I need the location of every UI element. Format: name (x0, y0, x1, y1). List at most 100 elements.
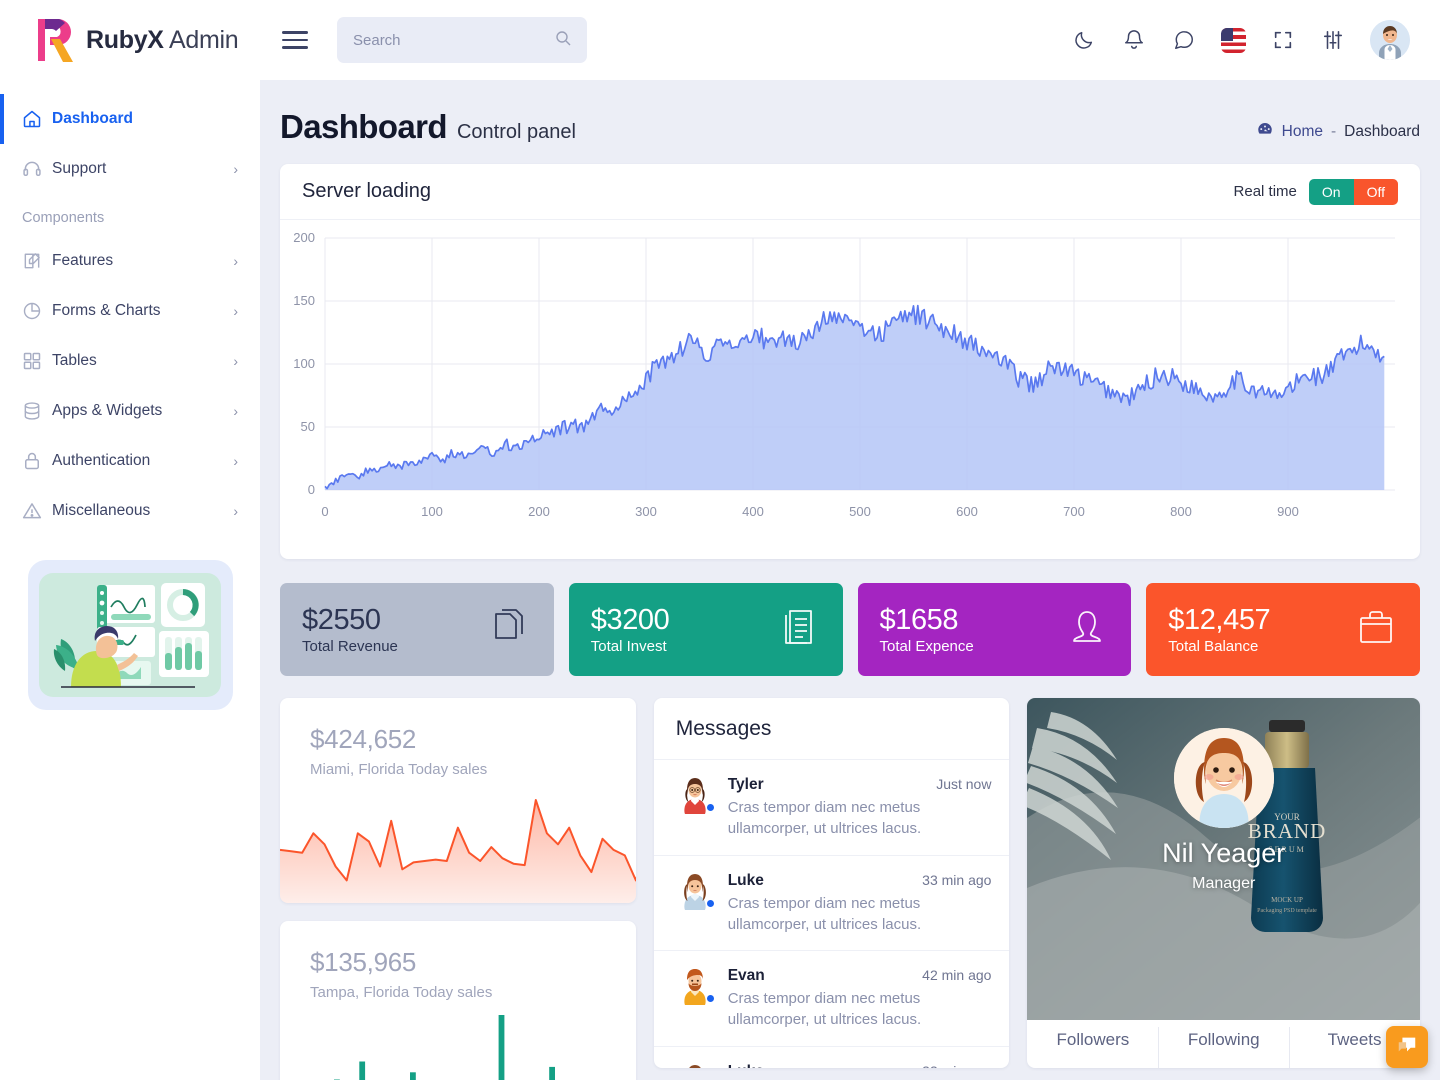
message-content: Tyler Just now Cras tempor diam nec metu… (728, 776, 992, 840)
search-box[interactable] (337, 17, 587, 63)
sidebar-item-apps-widgets[interactable]: Apps & Widgets › (0, 386, 260, 436)
search-input[interactable] (353, 32, 555, 49)
realtime-toggle-group[interactable]: On Off (1309, 179, 1398, 205)
copy-documents-icon (488, 605, 532, 654)
breadcrumb: Home - Dashboard (1256, 120, 1420, 143)
sidebar-illustration (28, 560, 233, 710)
stat-label: Total Invest (591, 638, 670, 655)
server-loading-chart-svg: 0501001502000100200300400500600700800900 (280, 220, 1420, 540)
woman-brown-hair-avatar (676, 1063, 714, 1068)
realtime-off-button[interactable]: Off (1354, 179, 1398, 205)
page-header: Dashboard Control panel Home - Dashboard (260, 80, 1440, 164)
message-text: Cras tempor diam nec metus ullamcorper, … (728, 893, 992, 936)
briefcase-icon (1354, 605, 1398, 654)
chevron-right-icon: › (233, 404, 238, 418)
sidebar-item-support[interactable]: Support › (0, 144, 260, 194)
sidebar: Dashboard Support › Components Features … (0, 80, 260, 1080)
server-loading-card: Server loading Real time On Off 05010015… (280, 164, 1420, 559)
sales-label: Miami, Florida Today sales (280, 755, 636, 778)
message-list-item[interactable]: Evan 42 min ago Cras tempor diam nec met… (654, 951, 1010, 1047)
sidebar-item-features[interactable]: Features › (0, 236, 260, 286)
sidebar-item-label: Forms & Charts (52, 302, 233, 320)
svg-text:500: 500 (849, 504, 871, 519)
svg-text:Packaging PSD template: Packaging PSD template (1258, 908, 1318, 914)
sidebar-item-label: Tables (52, 352, 233, 370)
message-top-line: Luke 33 min ago (728, 872, 992, 890)
brand-title: RubyX Admin (86, 26, 238, 55)
svg-text:400: 400 (742, 504, 764, 519)
sidebar-item-label: Features (52, 252, 233, 270)
profile-stat-followers[interactable]: Followers (1027, 1020, 1158, 1068)
brand-logo-area[interactable]: RubyX Admin (0, 17, 260, 63)
edit-square-icon (22, 251, 52, 271)
sales-value: $135,965 (280, 921, 636, 978)
dashboard-speedometer-icon (1256, 120, 1274, 143)
brand-light: Admin (169, 26, 238, 54)
breadcrumb-current: Dashboard (1344, 123, 1420, 141)
sidebar-item-miscellaneous[interactable]: Miscellaneous › (0, 486, 260, 536)
online-status-dot (706, 899, 715, 908)
menu-toggle-icon[interactable] (282, 31, 308, 49)
breadcrumb-separator: - (1331, 123, 1336, 141)
stat-card-total-revenue[interactable]: $2550 Total Revenue (280, 583, 554, 676)
message-top-line: Tyler Just now (728, 776, 992, 794)
svg-text:200: 200 (293, 230, 315, 245)
sidebar-item-label: Miscellaneous (52, 502, 233, 520)
profile-name: Nil Yeager (1027, 838, 1420, 869)
settings-sliders-icon[interactable] (1320, 27, 1346, 53)
message-time: Just now (936, 776, 991, 792)
messages-title: Messages (676, 717, 772, 741)
stat-card-total-balance[interactable]: $12,457 Total Balance (1146, 583, 1420, 676)
main-content: Dashboard Control panel Home - Dashboard… (260, 80, 1440, 1080)
message-sender: Luke (728, 872, 764, 890)
miami-sparkline-svg (280, 778, 636, 903)
dark-mode-icon[interactable] (1071, 27, 1097, 53)
message-time: 33 min ago (922, 1063, 991, 1068)
profile-stat-label: Tweets (1328, 1030, 1382, 1049)
sidebar-section-heading: Components (0, 194, 260, 236)
messages-card: Messages (654, 698, 1010, 1068)
stat-card-total-invest[interactable]: $3200 Total Invest (569, 583, 843, 676)
chevron-right-icon: › (233, 504, 238, 518)
woman-brown-hair-avatar (676, 872, 714, 910)
messages-icon[interactable] (1171, 27, 1197, 53)
stat-card-total-expence[interactable]: $1658 Total Expence (858, 583, 1132, 676)
search-icon[interactable] (555, 30, 571, 51)
stat-value: $3200 (591, 604, 670, 636)
svg-text:900: 900 (1277, 504, 1299, 519)
chat-support-fab[interactable] (1386, 1026, 1428, 1068)
breadcrumb-home-link[interactable]: Home (1282, 123, 1323, 141)
notifications-icon[interactable] (1121, 27, 1147, 53)
brand-bold: RubyX (86, 26, 164, 54)
chevron-right-icon: › (233, 162, 238, 176)
svg-text:100: 100 (293, 356, 315, 371)
grid-icon (22, 351, 52, 371)
svg-text:150: 150 (293, 293, 315, 308)
tampa-barchart-svg (280, 1001, 636, 1080)
sidebar-item-authentication[interactable]: Authentication › (0, 436, 260, 486)
stat-cards-row: $2550 Total Revenue $3200 Total Invest (280, 583, 1420, 676)
user-avatar[interactable] (1370, 20, 1410, 60)
stat-label: Total Balance (1168, 638, 1270, 655)
message-time: 42 min ago (922, 967, 991, 983)
sales-column: $424,652 Miami, Florida Today sales $135… (280, 698, 636, 1080)
message-content: Luke 33 min ago Cras tempor diam nec met… (728, 872, 992, 936)
message-content: Luke 33 min ago Cras tempor diam nec met… (728, 1063, 992, 1068)
sidebar-item-tables[interactable]: Tables › (0, 336, 260, 386)
fullscreen-icon[interactable] (1270, 27, 1296, 53)
message-list-item[interactable]: Luke 33 min ago Cras tempor diam nec met… (654, 856, 1010, 952)
realtime-controls: Real time On Off (1234, 179, 1398, 205)
message-list-item[interactable]: Luke 33 min ago Cras tempor diam nec met… (654, 1047, 1010, 1068)
server-loading-chart: 0501001502000100200300400500600700800900 (280, 220, 1420, 555)
warning-triangle-icon (22, 501, 52, 521)
profile-stat-following[interactable]: Following (1158, 1020, 1289, 1068)
message-content: Evan 42 min ago Cras tempor diam nec met… (728, 967, 992, 1031)
svg-text:50: 50 (301, 419, 315, 434)
message-top-line: Luke 33 min ago (728, 1063, 992, 1068)
language-flag-icon[interactable] (1221, 28, 1246, 53)
online-status-dot (706, 994, 715, 1003)
sidebar-item-dashboard[interactable]: Dashboard (0, 94, 260, 144)
sidebar-item-forms-charts[interactable]: Forms & Charts › (0, 286, 260, 336)
message-list-item[interactable]: Tyler Just now Cras tempor diam nec metu… (654, 760, 1010, 856)
realtime-on-button[interactable]: On (1309, 179, 1354, 205)
